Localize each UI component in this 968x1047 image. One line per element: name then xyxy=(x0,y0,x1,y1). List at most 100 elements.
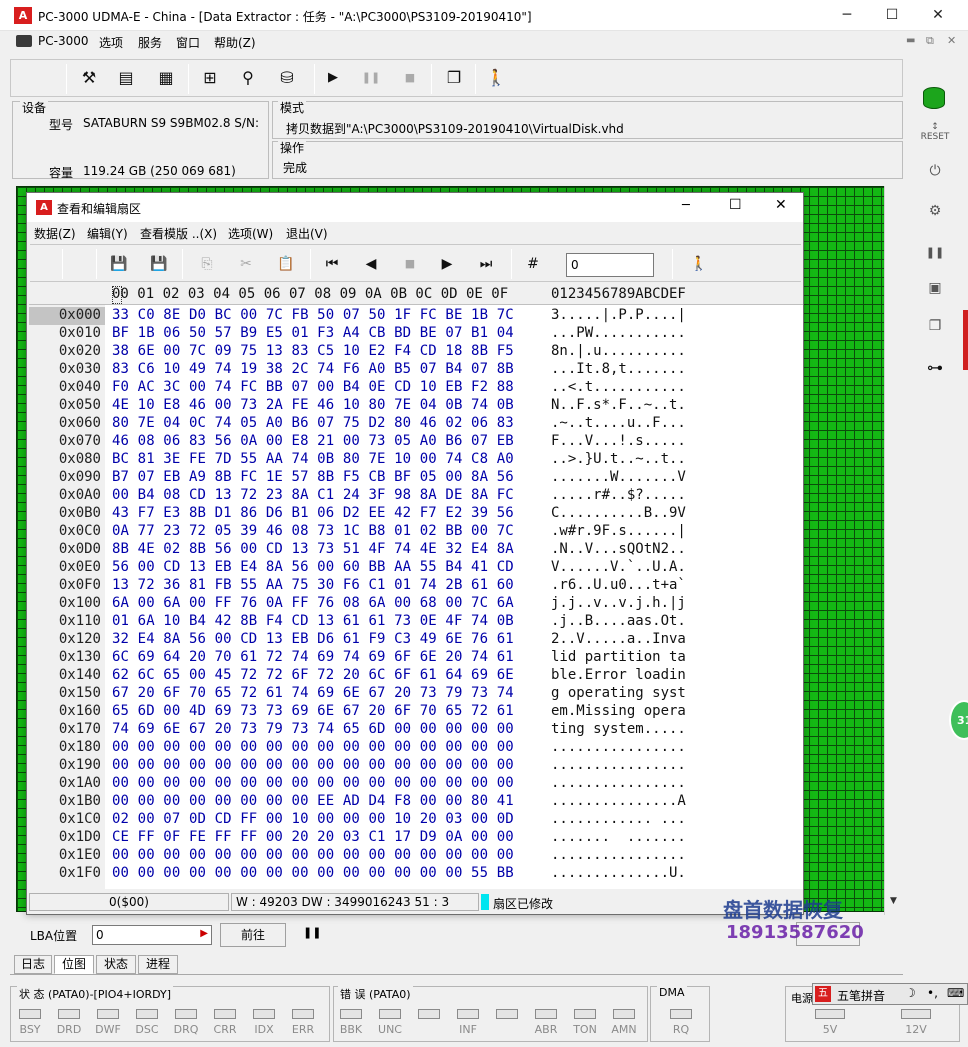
row-ascii[interactable]: .w#r.9F.s......| xyxy=(551,523,686,539)
dialog-menu-exit[interactable]: 退出(V) xyxy=(286,225,328,242)
windows-icon[interactable]: ❐ xyxy=(442,66,466,90)
row-ascii[interactable]: 2..V.....a..Inva xyxy=(551,631,686,647)
row-ascii[interactable]: em.Missing opera xyxy=(551,703,686,719)
row-ascii[interactable]: ................ xyxy=(551,739,686,755)
tree-icon[interactable]: ⊞ xyxy=(198,66,222,90)
goto-sector-input[interactable] xyxy=(566,253,654,277)
row-hex-bytes[interactable]: 46 08 06 83 56 0A 00 E8 21 00 73 05 A0 B… xyxy=(112,433,514,449)
row-ascii[interactable]: ..<.t........... xyxy=(551,379,686,395)
first-sector-icon[interactable]: ⏮ xyxy=(319,251,345,277)
sector-map-icon[interactable]: ▤ xyxy=(114,66,138,90)
row-ascii[interactable]: ................ xyxy=(551,847,686,863)
mdi-minimize-button[interactable]: ▬ xyxy=(906,35,915,46)
reset-icon[interactable]: ↕ RESET xyxy=(920,122,950,150)
row-hex-bytes[interactable]: 67 20 6F 70 65 72 61 74 69 6E 67 20 73 7… xyxy=(112,685,514,701)
row-hex-bytes[interactable]: 00 00 00 00 00 00 00 00 00 00 00 00 00 0… xyxy=(112,739,514,755)
row-ascii[interactable]: ............ ... xyxy=(551,811,686,827)
row-hex-bytes[interactable]: 32 E4 8A 56 00 CD 13 EB D6 61 F9 C3 49 6… xyxy=(112,631,514,647)
row-hex-bytes[interactable]: 13 72 36 81 FB 55 AA 75 30 F6 C1 01 74 2… xyxy=(112,577,514,593)
row-hex-bytes[interactable]: CE FF 0F FE FF FF 00 20 20 03 C1 17 D9 0… xyxy=(112,829,514,845)
copy-side-icon[interactable]: ❐ xyxy=(920,318,950,346)
row-ascii[interactable]: V......V.`..U.A. xyxy=(551,559,686,575)
row-ascii[interactable]: g operating syst xyxy=(551,685,686,701)
menu-window[interactable]: 窗口 xyxy=(176,34,200,51)
forward-button[interactable]: 前往 xyxy=(220,923,286,947)
tools-icon[interactable]: ⚒ xyxy=(77,66,101,90)
next-sector-icon[interactable]: ▶ xyxy=(434,251,460,277)
row-ascii[interactable]: ................ xyxy=(551,775,686,791)
row-ascii[interactable]: ................ xyxy=(551,757,686,773)
percent-report-icon[interactable]: ▦ xyxy=(154,66,178,90)
menu-help[interactable]: 帮助(Z) xyxy=(214,34,256,51)
tab-status[interactable]: 状态 xyxy=(96,955,136,974)
row-hex-bytes[interactable]: 56 00 CD 13 EB E4 8A 56 00 60 BB AA 55 B… xyxy=(112,559,514,575)
mdi-close-button[interactable]: ✕ xyxy=(947,34,956,47)
tab-log[interactable]: 日志 xyxy=(14,955,52,974)
save-all-icon[interactable]: 💾 xyxy=(146,251,172,277)
dialog-menu-options[interactable]: 选项(W) xyxy=(228,225,273,242)
row-hex-bytes[interactable]: 00 00 00 00 00 00 00 00 00 00 00 00 00 0… xyxy=(112,757,514,773)
menu-pc3000[interactable]: PC-3000 xyxy=(38,34,88,48)
row-hex-bytes[interactable]: 4E 10 E8 46 00 73 2A FE 46 10 80 7E 04 0… xyxy=(112,397,514,413)
exit-icon[interactable]: 🚶 xyxy=(484,66,508,90)
row-ascii[interactable]: ..............U. xyxy=(551,865,686,881)
tab-process[interactable]: 进程 xyxy=(138,955,178,974)
binoculars-icon[interactable]: ⚲ xyxy=(236,66,260,90)
maximize-button[interactable]: ☐ xyxy=(877,4,907,26)
row-hex-bytes[interactable]: 00 00 00 00 00 00 00 00 00 00 00 00 00 0… xyxy=(112,847,514,863)
minimize-button[interactable]: ─ xyxy=(832,4,862,26)
play-icon[interactable]: ▶ xyxy=(321,66,345,90)
row-hex-bytes[interactable]: 02 00 07 0D CD FF 00 10 00 00 00 10 20 0… xyxy=(112,811,514,827)
row-hex-bytes[interactable]: 8B 4E 02 8B 56 00 CD 13 73 51 4F 74 4E 3… xyxy=(112,541,514,557)
scroll-down-arrow-icon[interactable]: ▼ xyxy=(890,896,897,906)
menu-options[interactable]: 选项 xyxy=(99,34,123,51)
ime-toolbar[interactable]: 五 五笔拼音 ☽ •, ⌨ xyxy=(812,983,968,1005)
ime-punct-icon[interactable]: •, xyxy=(927,986,938,1000)
dialog-close-button[interactable]: ✕ xyxy=(775,197,787,213)
row-ascii[interactable]: 3.....|.P.P....| xyxy=(551,307,686,323)
row-hex-bytes[interactable]: F0 AC 3C 00 74 FC BB 07 00 B4 0E CD 10 E… xyxy=(112,379,514,395)
row-ascii[interactable]: ble.Error loadin xyxy=(551,667,686,683)
chip-icon[interactable]: ▣ xyxy=(920,280,950,308)
row-ascii[interactable]: .....r#..$?..... xyxy=(551,487,686,503)
save-sector-icon[interactable]: 💾 xyxy=(106,251,132,277)
row-hex-bytes[interactable]: 01 6A 10 B4 42 8B F4 CD 13 61 61 73 0E 4… xyxy=(112,613,514,629)
row-hex-bytes[interactable]: 80 7E 04 0C 74 05 A0 B6 07 75 D2 80 46 0… xyxy=(112,415,514,431)
lba-input[interactable]: 0 ▶ xyxy=(92,925,212,945)
hex-view[interactable]: 00 01 02 03 04 05 06 07 08 09 0A 0B 0C 0… xyxy=(29,285,803,889)
last-sector-icon[interactable]: ⏭ xyxy=(473,251,499,277)
row-hex-bytes[interactable]: 00 B4 08 CD 13 72 23 8A C1 24 3F 98 8A D… xyxy=(112,487,514,503)
row-ascii[interactable]: j.j..v..v.j.h.|j xyxy=(551,595,686,611)
row-hex-bytes[interactable]: 0A 77 23 72 05 39 46 08 73 1C B8 01 02 B… xyxy=(112,523,514,539)
tab-bitmap[interactable]: 位图 xyxy=(54,955,94,974)
row-ascii[interactable]: N..F.s*.F..~..t. xyxy=(551,397,686,413)
dialog-maximize-button[interactable]: ☐ xyxy=(729,197,742,213)
row-hex-bytes[interactable]: 43 F7 E3 8B D1 86 D6 B1 06 D2 EE 42 F7 E… xyxy=(112,505,514,521)
row-ascii[interactable]: ....... ....... xyxy=(551,829,686,845)
database-icon[interactable] xyxy=(919,83,951,113)
mdi-restore-button[interactable]: ⧉ xyxy=(926,34,934,48)
row-ascii[interactable]: .......W.......V xyxy=(551,469,686,485)
row-hex-bytes[interactable]: 38 6E 00 7C 09 75 13 83 C5 10 E2 F4 CD 1… xyxy=(112,343,514,359)
row-hex-bytes[interactable]: 00 00 00 00 00 00 00 00 00 00 00 00 00 0… xyxy=(112,775,514,791)
row-hex-bytes[interactable]: B7 07 EB A9 8B FC 1E 57 8B F5 CB BF 05 0… xyxy=(112,469,514,485)
pause-side-icon[interactable]: ❚❚ xyxy=(920,246,950,274)
row-hex-bytes[interactable]: BC 81 3E FE 7D 55 AA 74 0B 80 7E 10 00 7… xyxy=(112,451,514,467)
floating-badge[interactable]: 31 xyxy=(949,700,968,740)
row-hex-bytes[interactable]: BF 1B 06 50 57 B9 E5 01 F3 A4 CB BD BE 0… xyxy=(112,325,514,341)
row-ascii[interactable]: .r6..U.u0...t+a` xyxy=(551,577,686,593)
menu-service[interactable]: 服务 xyxy=(138,34,162,51)
row-ascii[interactable]: lid partition ta xyxy=(551,649,686,665)
row-hex-bytes[interactable]: 6A 00 6A 00 FF 76 0A FF 76 08 6A 00 68 0… xyxy=(112,595,514,611)
ime-moon-icon[interactable]: ☽ xyxy=(905,986,916,1000)
ime-label[interactable]: 五笔拼音 xyxy=(837,987,885,1004)
main-vertical-scrollbar[interactable]: ▼ xyxy=(884,186,902,915)
row-ascii[interactable]: .N..V...sQOtN2.. xyxy=(551,541,686,557)
dialog-menu-data[interactable]: 数据(Z) xyxy=(34,225,76,242)
close-button[interactable]: ✕ xyxy=(923,4,953,26)
lba-spin-icon[interactable]: ▶ xyxy=(200,928,208,939)
row-ascii[interactable]: ...............A xyxy=(551,793,686,809)
row-hex-bytes[interactable]: 62 6C 65 00 45 72 72 6F 72 20 6C 6F 61 6… xyxy=(112,667,514,683)
row-ascii[interactable]: .~..t....u..F... xyxy=(551,415,686,431)
row-hex-bytes[interactable]: 00 00 00 00 00 00 00 00 00 00 00 00 00 0… xyxy=(112,865,514,881)
